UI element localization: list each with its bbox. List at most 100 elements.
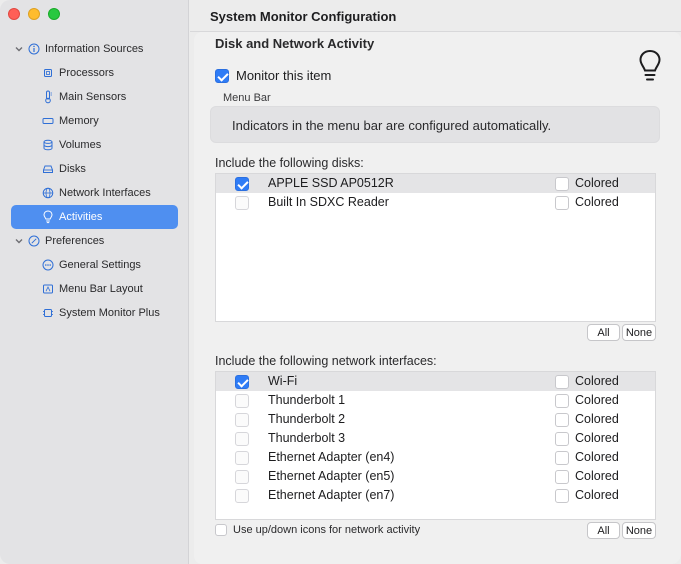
include-interface-checkbox[interactable] xyxy=(235,394,249,408)
main-pane: System Monitor Configuration Disk and Ne… xyxy=(190,0,681,564)
sidebar-item-menu-bar-layout[interactable]: Menu Bar Layout xyxy=(0,277,189,301)
disks-select-none-button[interactable]: None xyxy=(622,324,656,341)
sidebar-item-label: Main Sensors xyxy=(59,91,127,103)
chevron-down-icon[interactable] xyxy=(14,44,24,54)
include-interface-checkbox[interactable] xyxy=(235,451,249,465)
interface-name: Ethernet Adapter (en7) xyxy=(268,488,395,502)
sidebar-item-network-interfaces[interactable]: Network Interfaces xyxy=(0,181,189,205)
disks-list: APPLE SSD AP0512R Colored Built In SDXC … xyxy=(215,173,656,322)
interface-name: Thunderbolt 3 xyxy=(268,431,346,445)
menu-bar-label: Menu Bar xyxy=(223,92,271,104)
interface-name: Ethernet Adapter (en4) xyxy=(268,450,395,464)
updown-icons-checkbox[interactable] xyxy=(215,524,227,536)
colored-label: Colored xyxy=(575,374,619,388)
include-interface-checkbox[interactable] xyxy=(235,489,249,503)
sidebar-item-label: Disks xyxy=(59,163,86,175)
sidebar-group-information-sources[interactable]: Information Sources xyxy=(0,37,189,61)
info-circle-icon xyxy=(28,43,40,55)
table-row[interactable]: Ethernet Adapter (en5) Colored xyxy=(216,467,655,486)
interface-name: Thunderbolt 1 xyxy=(268,393,346,407)
table-row[interactable]: APPLE SSD AP0512R Colored xyxy=(216,174,655,193)
close-window-button[interactable] xyxy=(8,8,20,20)
sidebar-item-label: System Monitor Plus xyxy=(59,307,160,319)
colored-checkbox[interactable] xyxy=(555,177,569,191)
network-list: Wi-Fi Colored Thunderbolt 1 Colored Thun… xyxy=(215,371,656,520)
sidebar-item-label: Network Interfaces xyxy=(59,187,151,199)
include-interface-checkbox[interactable] xyxy=(235,375,249,389)
disks-select-all-button[interactable]: All xyxy=(587,324,620,341)
include-interface-checkbox[interactable] xyxy=(235,432,249,446)
include-interface-checkbox[interactable] xyxy=(235,413,249,427)
section-title: Disk and Network Activity xyxy=(215,36,375,51)
sidebar-item-volumes[interactable]: Volumes xyxy=(0,133,189,157)
colored-checkbox[interactable] xyxy=(555,451,569,465)
updown-icons-row[interactable]: Use up/down icons for network activity xyxy=(215,524,420,536)
lightbulb-icon xyxy=(637,48,663,88)
colored-checkbox[interactable] xyxy=(555,470,569,484)
colored-label: Colored xyxy=(575,393,619,407)
sidebar-item-activities[interactable]: Activities xyxy=(11,205,178,229)
monitor-item-label: Monitor this item xyxy=(236,68,332,83)
table-row[interactable]: Thunderbolt 2 Colored xyxy=(216,410,655,429)
chip-icon xyxy=(42,67,54,79)
minimize-window-button[interactable] xyxy=(28,8,40,20)
disk-icon xyxy=(42,163,54,175)
network-select-none-button[interactable]: None xyxy=(622,522,656,539)
menu-bar-info-text: Indicators in the menu bar are configure… xyxy=(232,118,552,133)
sidebar-item-label: Processors xyxy=(59,67,115,79)
colored-checkbox[interactable] xyxy=(555,413,569,427)
include-disk-checkbox[interactable] xyxy=(235,196,249,210)
colored-checkbox[interactable] xyxy=(555,394,569,408)
monitor-item-row[interactable]: Monitor this item xyxy=(215,68,331,83)
colored-checkbox[interactable] xyxy=(555,489,569,503)
slash-circle-icon xyxy=(28,235,40,247)
colored-label: Colored xyxy=(575,469,619,483)
include-interface-checkbox[interactable] xyxy=(235,470,249,484)
colored-checkbox[interactable] xyxy=(555,196,569,210)
sidebar-item-main-sensors[interactable]: Main Sensors xyxy=(0,85,189,109)
interface-name: Thunderbolt 2 xyxy=(268,412,346,426)
sidebar-group-preferences[interactable]: Preferences xyxy=(0,229,189,253)
disk-name: Built In SDXC Reader xyxy=(268,195,389,209)
lightbulb-icon xyxy=(42,210,54,224)
window-title: System Monitor Configuration xyxy=(210,9,397,24)
network-select-all-button[interactable]: All xyxy=(587,522,620,539)
network-list-label: Include the following network interfaces… xyxy=(215,354,437,368)
sidebar-item-system-monitor-plus[interactable]: System Monitor Plus xyxy=(0,301,189,325)
app-window: Information Sources Processors Main Sens… xyxy=(0,0,681,564)
sidebar-item-label: General Settings xyxy=(59,259,141,271)
colored-label: Colored xyxy=(575,450,619,464)
table-row[interactable]: Ethernet Adapter (en4) Colored xyxy=(216,448,655,467)
memory-icon xyxy=(42,115,54,127)
include-disk-checkbox[interactable] xyxy=(235,177,249,191)
title-bar: System Monitor Configuration xyxy=(190,0,681,32)
colored-checkbox[interactable] xyxy=(555,375,569,389)
sidebar-item-processors[interactable]: Processors xyxy=(0,61,189,85)
colored-label: Colored xyxy=(575,195,619,209)
disks-list-label: Include the following disks: xyxy=(215,156,364,170)
sidebar-item-disks[interactable]: Disks xyxy=(0,157,189,181)
table-row[interactable]: Ethernet Adapter (en7) Colored xyxy=(216,486,655,505)
sidebar-item-general-settings[interactable]: General Settings xyxy=(0,253,189,277)
colored-label: Colored xyxy=(575,412,619,426)
disk-name: APPLE SSD AP0512R xyxy=(268,176,394,190)
table-row[interactable]: Wi-Fi Colored xyxy=(216,372,655,391)
settings-content: Disk and Network Activity Monitor this i… xyxy=(194,32,681,564)
table-row[interactable]: Thunderbolt 3 Colored xyxy=(216,429,655,448)
colored-checkbox[interactable] xyxy=(555,432,569,446)
sidebar-item-label: Activities xyxy=(59,211,103,223)
thermometer-icon xyxy=(42,90,54,104)
cpu-plus-icon xyxy=(42,307,54,319)
monitor-item-checkbox[interactable] xyxy=(215,68,229,83)
zoom-window-button[interactable] xyxy=(48,8,60,20)
ellipsis-circle-icon xyxy=(42,259,54,271)
table-row[interactable]: Thunderbolt 1 Colored xyxy=(216,391,655,410)
updown-icons-label: Use up/down icons for network activity xyxy=(233,524,421,536)
table-row[interactable]: Built In SDXC Reader Colored xyxy=(216,193,655,212)
sidebar-group-label: Preferences xyxy=(45,235,105,247)
menubar-icon xyxy=(42,283,54,295)
sidebar-item-memory[interactable]: Memory xyxy=(0,109,189,133)
chevron-down-icon[interactable] xyxy=(14,236,24,246)
sidebar-item-label: Memory xyxy=(59,115,99,127)
colored-label: Colored xyxy=(575,431,619,445)
